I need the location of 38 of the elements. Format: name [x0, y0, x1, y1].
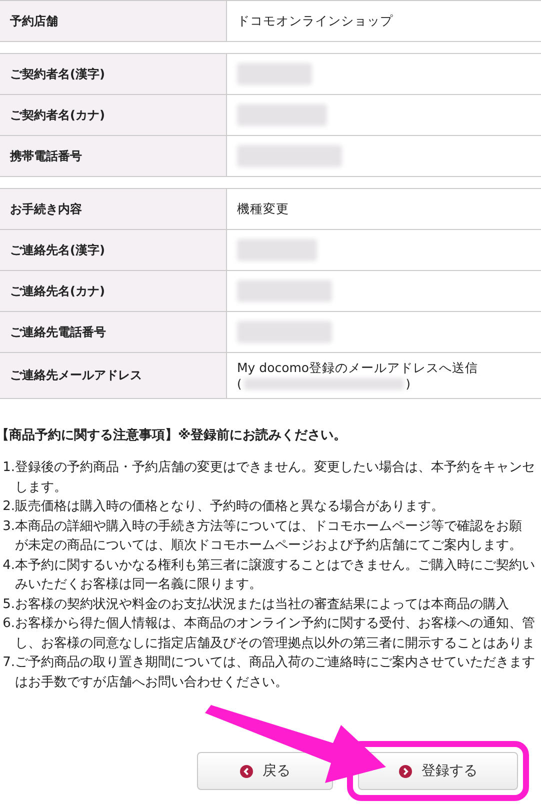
- note-text: し、お客様の同意なしに指定店舗及びその管理拠点以外の第三者に開示することはありま: [15, 634, 536, 652]
- field-label: ご連絡先名(カナ): [0, 271, 227, 311]
- note-text: お客様から得た個人情報は、本商品のオンライン予約に関する受付、お客様への通知、管: [15, 615, 536, 633]
- note-text: 本予約に関するいかなる権利も第三者に譲渡することはできません。ご購入時にご契約い: [15, 556, 536, 574]
- list-number: 3.: [2, 518, 15, 536]
- field-label: お手続き内容: [0, 189, 227, 229]
- list-number: 4.: [2, 556, 15, 574]
- register-button[interactable]: 登録する: [358, 752, 518, 790]
- list-number: 6.: [2, 615, 15, 633]
- paren-text: ): [406, 377, 410, 391]
- note-text: が未定の商品については、順次ドコモホームページおよび予約店舗にてご案内します。: [15, 537, 523, 555]
- field-label: ご連絡先メールアドレス: [0, 353, 227, 398]
- field-value: My docomo登録のメールアドレスへ送信: [237, 360, 480, 377]
- chevron-right-icon: [398, 764, 412, 778]
- field-value: ドコモオンラインショップ: [237, 12, 394, 30]
- note-text: ご予約商品の取り置き期間については、商品入荷のご連絡時にご案内させていただきます: [15, 654, 536, 672]
- field-value: 機種変更: [237, 200, 290, 218]
- list-number: 5.: [2, 596, 15, 614]
- note-text: みいただくお客様は同一名義に限ります。: [15, 576, 263, 594]
- list-number: 2.: [2, 498, 15, 516]
- list-number: 7.: [2, 654, 15, 672]
- list-number: 1.: [2, 459, 15, 477]
- field-label: ご連絡先名(漢字): [0, 230, 227, 270]
- field-label: ご契約者名(カナ): [0, 95, 227, 135]
- note-text: お客様の契約状況や料金のお支払状況または当社の審査結果によっては本商品の購入: [15, 596, 510, 614]
- note-text: 本商品の詳細や購入時の手続き方法等については、ドコモホームページ等で確認をお願: [15, 518, 523, 536]
- field-label: ご連絡先電話番号: [0, 312, 227, 352]
- field-label: 携帯電話番号: [0, 136, 227, 176]
- field-label: 予約店舗: [0, 1, 227, 41]
- field-label: ご契約者名(漢字): [0, 54, 227, 94]
- chevron-left-icon: [240, 764, 252, 778]
- note-text: 登録後の予約商品・予約店舗の変更はできません。変更したい場合は、本予約をキャンセ: [15, 459, 536, 477]
- note-text: します。: [15, 478, 68, 496]
- paren-text: (: [237, 377, 242, 391]
- note-text: はお手数ですが店舗へお問い合わせください。: [15, 674, 289, 692]
- note-text: 販売価格は購入時の価格となり、予約時の価格と異なる場合があります。: [15, 498, 445, 516]
- notes-heading: 【商品予約に関する注意事項】※登録前にお読みください。: [0, 426, 348, 444]
- back-button[interactable]: 戻る: [197, 752, 333, 790]
